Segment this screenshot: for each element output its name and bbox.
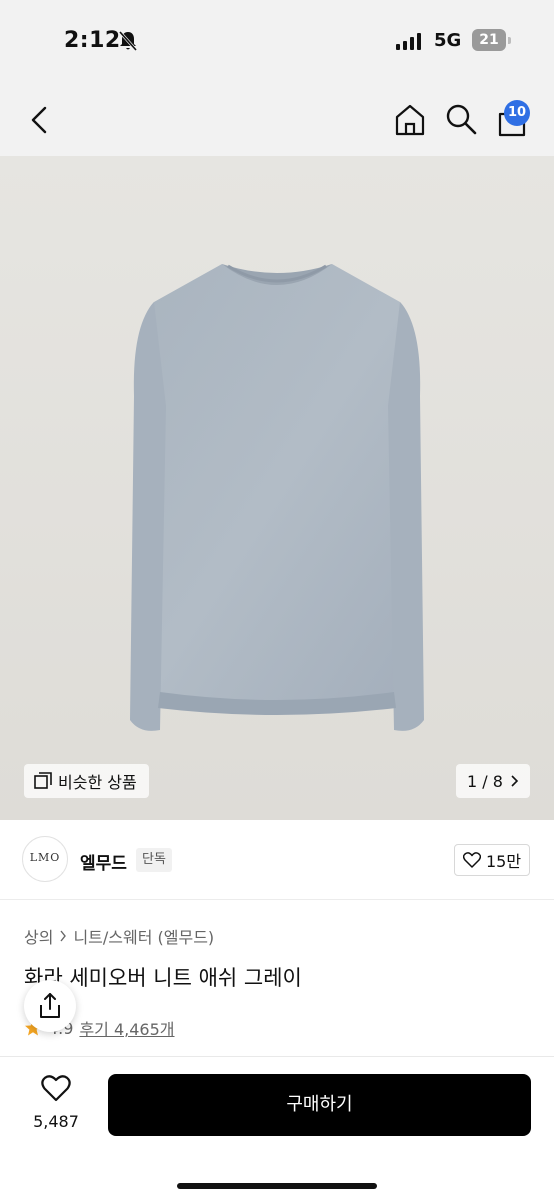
- breadcrumb-category[interactable]: 상의: [24, 924, 53, 948]
- share-button[interactable]: [24, 980, 76, 1032]
- buy-button[interactable]: 구매하기: [108, 1074, 531, 1136]
- brand-logo[interactable]: LMO: [22, 836, 68, 882]
- chevron-right-icon: [60, 930, 67, 942]
- brand-logo-text: LMO: [29, 851, 61, 864]
- signal-icon: [396, 32, 421, 50]
- network-label: 5G: [434, 30, 462, 51]
- share-icon: [40, 993, 60, 1018]
- battery-tip: [508, 37, 511, 44]
- wishlist-count: 5,487: [33, 1112, 79, 1131]
- brand-name[interactable]: 엘무드: [80, 849, 127, 874]
- similar-products-button[interactable]: 비슷한 상품: [24, 764, 149, 798]
- brand-like-button[interactable]: 15만: [454, 844, 530, 876]
- home-icon[interactable]: [392, 102, 428, 138]
- battery-icon: 21: [472, 29, 506, 51]
- review-count-link[interactable]: 후기 4,465개: [79, 1016, 174, 1040]
- status-bar: 2:12 5G 21: [0, 0, 554, 84]
- home-indicator: [177, 1183, 377, 1189]
- similar-products-label: 비슷한 상품: [58, 773, 137, 792]
- exclusive-tag: 단독: [136, 848, 172, 872]
- brand-like-count: 15만: [485, 852, 522, 871]
- page-indicator-text: 1 / 8: [467, 771, 503, 791]
- status-time: 2:12: [64, 28, 121, 53]
- battery-level: 21: [479, 32, 499, 48]
- product-image-carousel[interactable]: 비슷한 상품 1 / 8: [0, 156, 554, 820]
- heart-icon: [462, 852, 481, 868]
- brand-row: LMO 엘무드 단독 15만: [0, 820, 554, 900]
- image-page-indicator[interactable]: 1 / 8: [456, 764, 530, 798]
- back-icon[interactable]: [24, 104, 56, 136]
- breadcrumb: 상의 니트/스웨터 (엘무드): [24, 924, 214, 948]
- product-image: [130, 264, 424, 731]
- bottom-action-bar: 5,487 구매하기: [0, 1056, 554, 1200]
- top-nav: [0, 84, 554, 156]
- heart-icon: [41, 1075, 71, 1102]
- wishlist-button[interactable]: 5,487: [28, 1075, 84, 1155]
- gallery-icon: [34, 772, 52, 789]
- search-icon[interactable]: [444, 102, 478, 136]
- breadcrumb-subcategory[interactable]: 니트/스웨터 (엘무드): [73, 924, 214, 948]
- chevron-right-icon: [511, 775, 519, 787]
- bell-off-icon: [118, 31, 138, 51]
- cart-count-badge: 10: [504, 100, 530, 126]
